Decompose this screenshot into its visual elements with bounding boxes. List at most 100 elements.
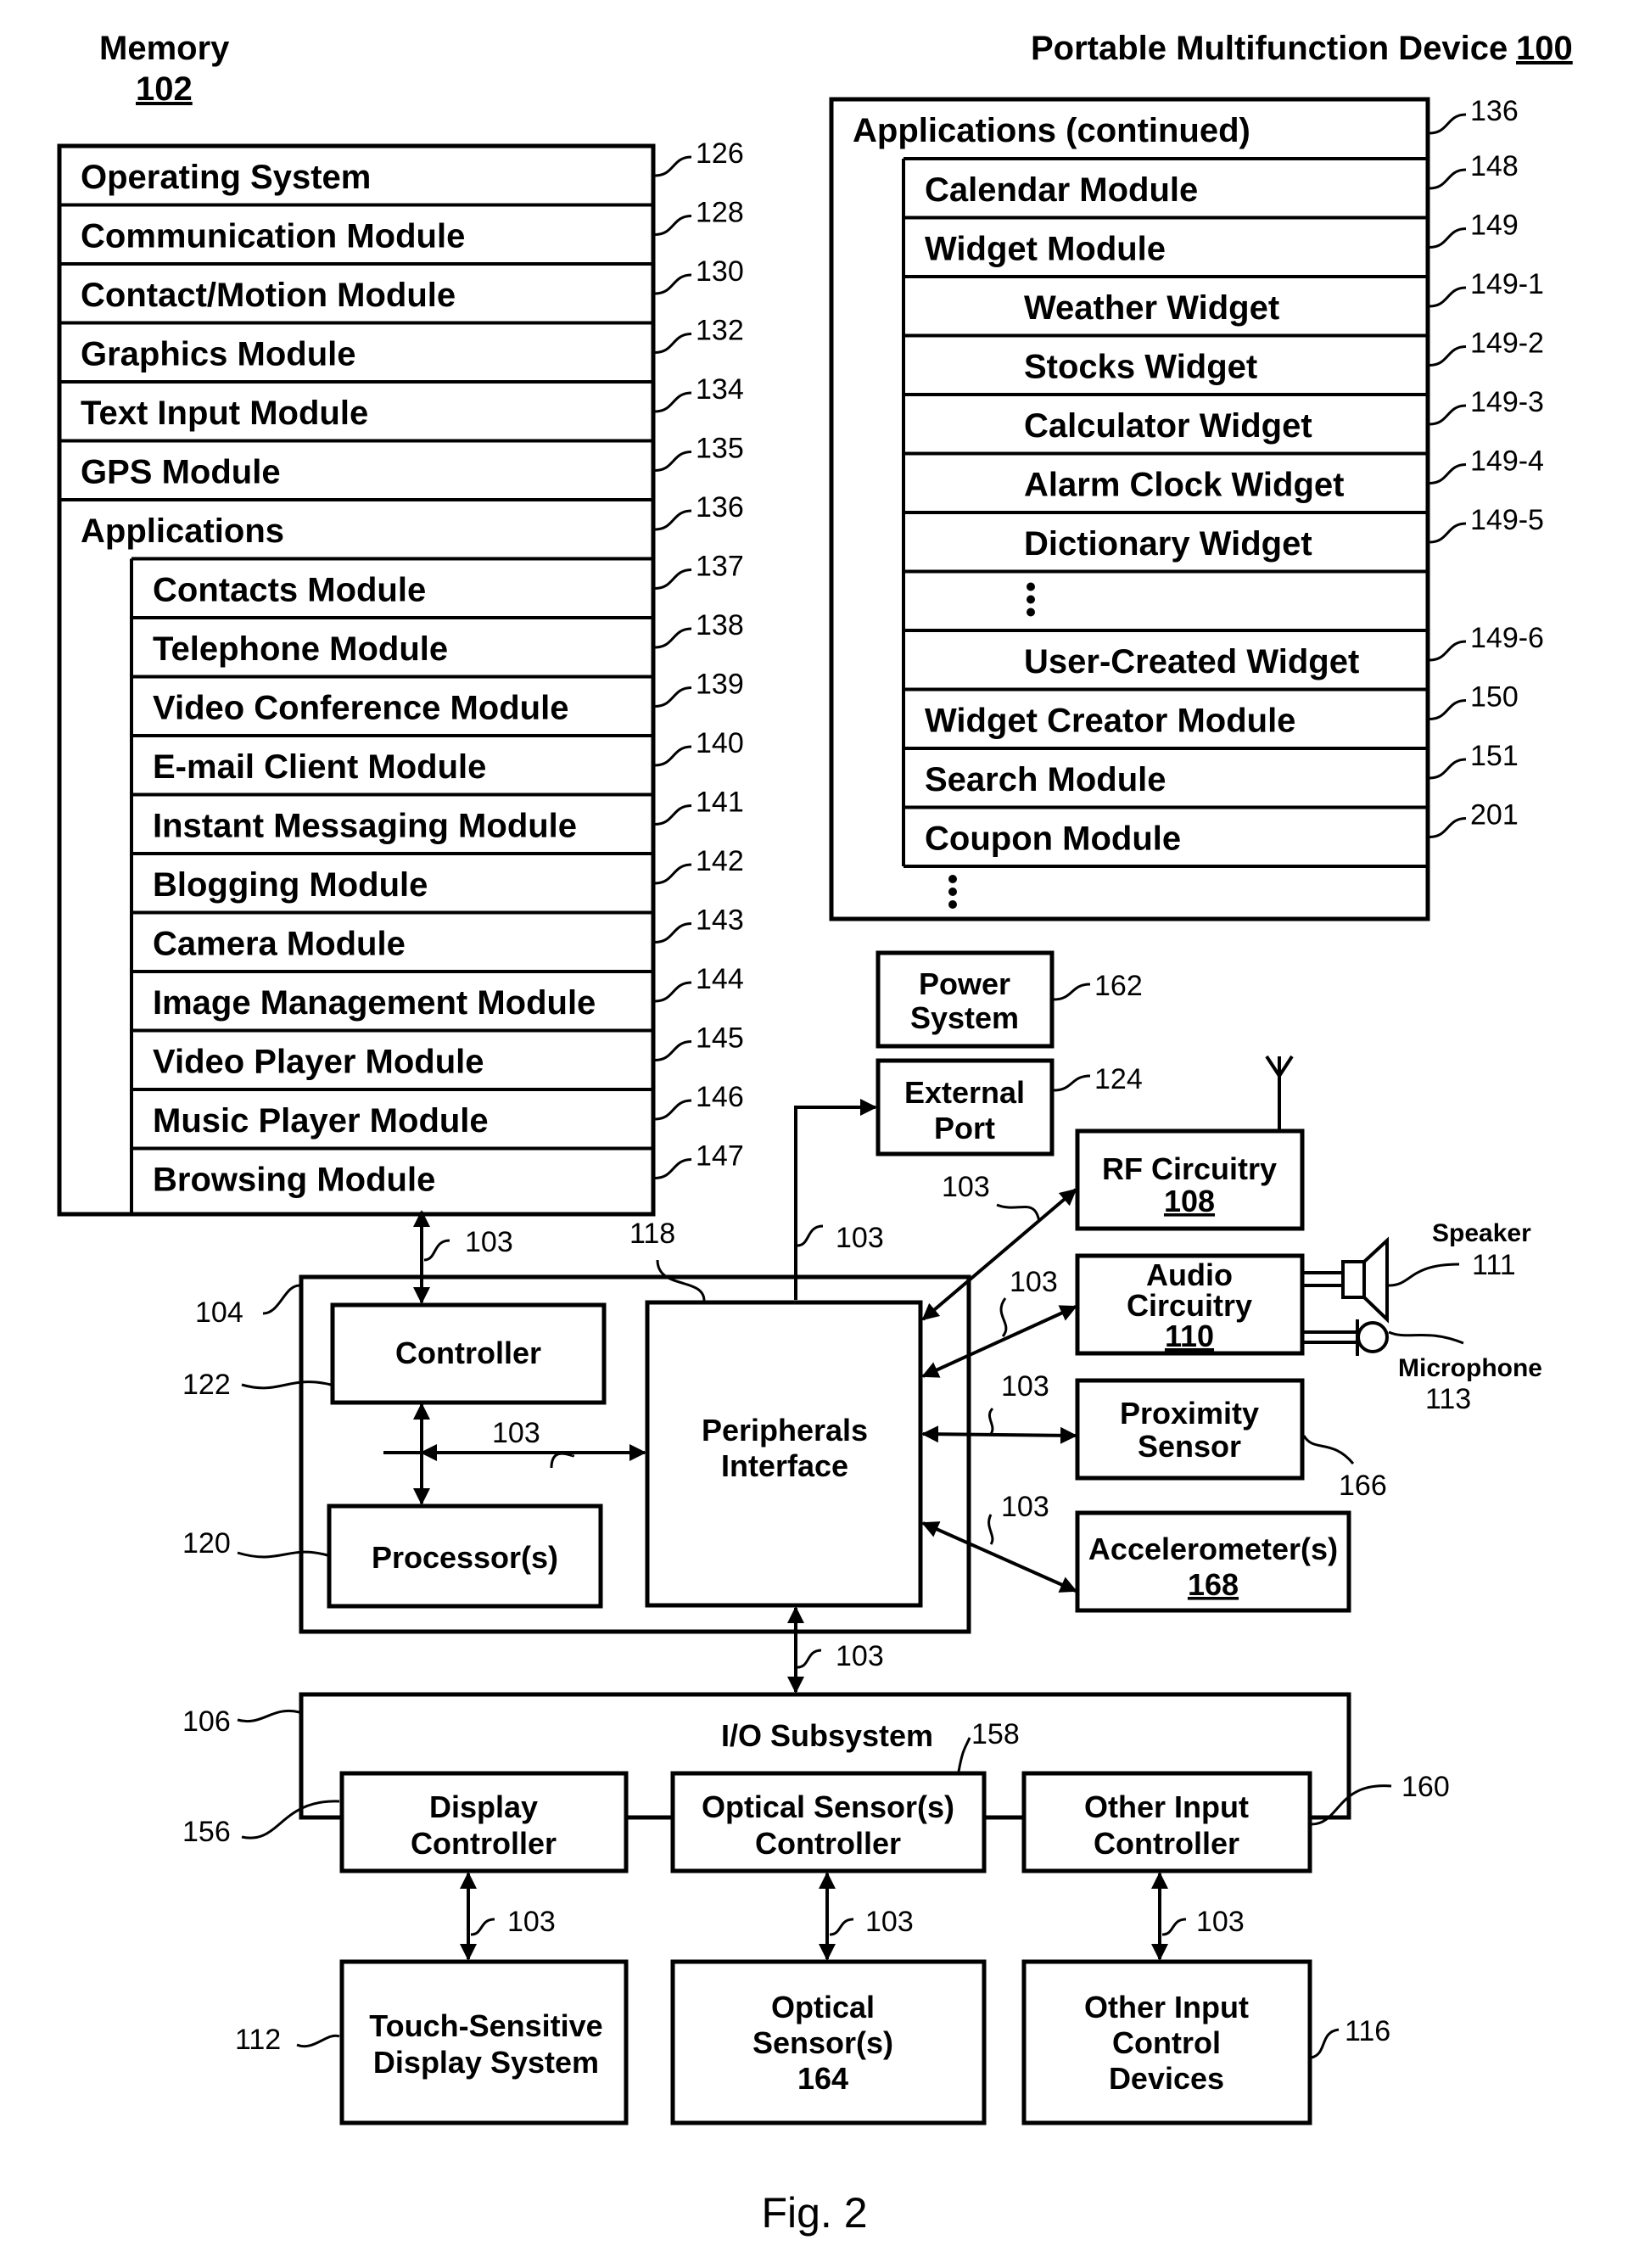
svg-text:Optical: Optical <box>771 1990 875 2024</box>
svg-text:Proximity: Proximity <box>1120 1396 1259 1431</box>
app-module-item: Widget Module <box>925 231 1166 268</box>
svg-text:103: 103 <box>507 1906 556 1938</box>
memory-title: Memory <box>99 30 230 67</box>
svg-text:103: 103 <box>836 1222 884 1254</box>
memory-item: Graphics Module <box>81 336 356 373</box>
speaker-label: Speaker <box>1432 1219 1531 1247</box>
app-module-item: Instant Messaging Module <box>153 808 577 845</box>
svg-text:103: 103 <box>1001 1370 1049 1403</box>
controller-block: Controller 122 <box>182 1302 607 1405</box>
ref-label: 136 <box>696 491 744 524</box>
memory-item: Applications <box>81 512 284 550</box>
ref-label: 137 <box>696 551 744 583</box>
ref-label: 126 <box>696 137 744 170</box>
app-module-item: Widget Creator Module <box>925 703 1295 740</box>
svg-text:104: 104 <box>195 1296 243 1329</box>
app-module-item: Dictionary Widget <box>1024 525 1312 563</box>
leader-line <box>1429 113 1467 135</box>
svg-text:Other Input: Other Input <box>1084 1990 1249 2024</box>
svg-text:103: 103 <box>836 1640 884 1672</box>
svg-text:103: 103 <box>942 1171 990 1203</box>
leader-line <box>654 1158 692 1179</box>
ref-label: 151 <box>1470 740 1519 772</box>
speaker-ref: 111 <box>1472 1249 1516 1281</box>
ref-label: 141 <box>696 787 744 819</box>
ref-label: 138 <box>696 609 744 641</box>
svg-text:103: 103 <box>865 1906 914 1938</box>
memory-item: Communication Module <box>81 218 465 255</box>
ref-label: 136 <box>1470 95 1519 127</box>
svg-text:I/O Subsystem: I/O Subsystem <box>721 1718 933 1753</box>
ellipsis-icon <box>1027 608 1035 617</box>
svg-text:156: 156 <box>182 1816 231 1848</box>
app-module-item: Stocks Widget <box>1024 349 1257 386</box>
svg-text:106: 106 <box>182 1705 231 1738</box>
leader-line <box>654 509 692 531</box>
apps-continued-title: Applications (continued) <box>853 112 1250 149</box>
device-ref: 100 <box>1516 30 1573 67</box>
svg-text:Display: Display <box>429 1789 538 1824</box>
ref-label: 142 <box>696 845 744 877</box>
leader-line <box>1429 522 1467 544</box>
app-module-item: Calculator Widget <box>1024 407 1312 445</box>
leader-line <box>654 155 692 177</box>
power-system-block: Power System 162 <box>876 950 1143 1049</box>
svg-text:Optical Sensor(s): Optical Sensor(s) <box>702 1789 954 1824</box>
memory-item: Operating System <box>81 159 371 196</box>
app-module-item: Calendar Module <box>925 171 1198 209</box>
app-module-item: Image Management Module <box>153 984 596 1022</box>
ref-label: 149-1 <box>1470 268 1544 300</box>
leader-line <box>1429 286 1467 308</box>
processor-block: Processor(s) 120 <box>182 1504 603 1609</box>
ref-label: 149-4 <box>1470 445 1544 478</box>
svg-text:Devices: Devices <box>1109 2061 1224 2096</box>
svg-text:Control: Control <box>1112 2025 1221 2060</box>
svg-text:Controller: Controller <box>411 1826 557 1861</box>
svg-text:Port: Port <box>934 1111 995 1145</box>
ref-label: 139 <box>696 669 744 701</box>
svg-text:103: 103 <box>492 1417 540 1449</box>
ref-label: 150 <box>1470 681 1519 714</box>
memory-item: Text Input Module <box>81 395 368 432</box>
svg-text:Display System: Display System <box>373 2045 599 2080</box>
leader-line <box>1429 463 1467 484</box>
ref-label: 144 <box>696 963 744 995</box>
leader-line <box>654 804 692 826</box>
app-module-item: Alarm Clock Widget <box>1024 467 1344 504</box>
svg-text:120: 120 <box>182 1527 231 1560</box>
leader-line <box>654 745 692 767</box>
svg-text:Peripherals: Peripherals <box>702 1413 868 1448</box>
leader-line <box>1429 758 1467 780</box>
ref-label: 146 <box>696 1081 744 1113</box>
ref-label: 148 <box>1470 150 1519 182</box>
leader-line <box>1429 640 1467 662</box>
ref-label: 162 <box>1094 970 1143 1002</box>
svg-text:Sensor(s): Sensor(s) <box>752 2025 893 2060</box>
leader-line <box>654 686 692 708</box>
microphone-ref: 113 <box>1425 1383 1471 1415</box>
svg-text:Power: Power <box>919 966 1010 1001</box>
leader-line <box>654 333 692 354</box>
svg-text:Circuitry: Circuitry <box>1127 1288 1252 1323</box>
app-module-item: Music Player Module <box>153 1102 489 1140</box>
leader-line <box>654 568 692 590</box>
ref-label: 149-2 <box>1470 328 1544 360</box>
leader-line <box>654 451 692 472</box>
display-controller-block: Display Controller 156 <box>182 1771 629 1873</box>
svg-text:Controller: Controller <box>1094 1826 1239 1861</box>
microphone-icon <box>1304 1319 1464 1356</box>
svg-text:103: 103 <box>465 1226 513 1258</box>
leader-line <box>654 922 692 944</box>
leader-line <box>1429 699 1467 720</box>
ref-label: 130 <box>696 255 744 288</box>
memory-ref: 102 <box>136 70 193 108</box>
svg-text:Sensor: Sensor <box>1138 1429 1241 1464</box>
svg-text:168: 168 <box>1188 1567 1239 1602</box>
antenna-icon <box>1265 1055 1294 1131</box>
svg-text:160: 160 <box>1401 1771 1450 1803</box>
leader-line <box>1429 168 1467 190</box>
svg-text:108: 108 <box>1164 1184 1215 1218</box>
svg-text:System: System <box>910 1000 1019 1035</box>
ref-label: 132 <box>696 315 744 347</box>
app-module-item: Search Module <box>925 761 1166 798</box>
